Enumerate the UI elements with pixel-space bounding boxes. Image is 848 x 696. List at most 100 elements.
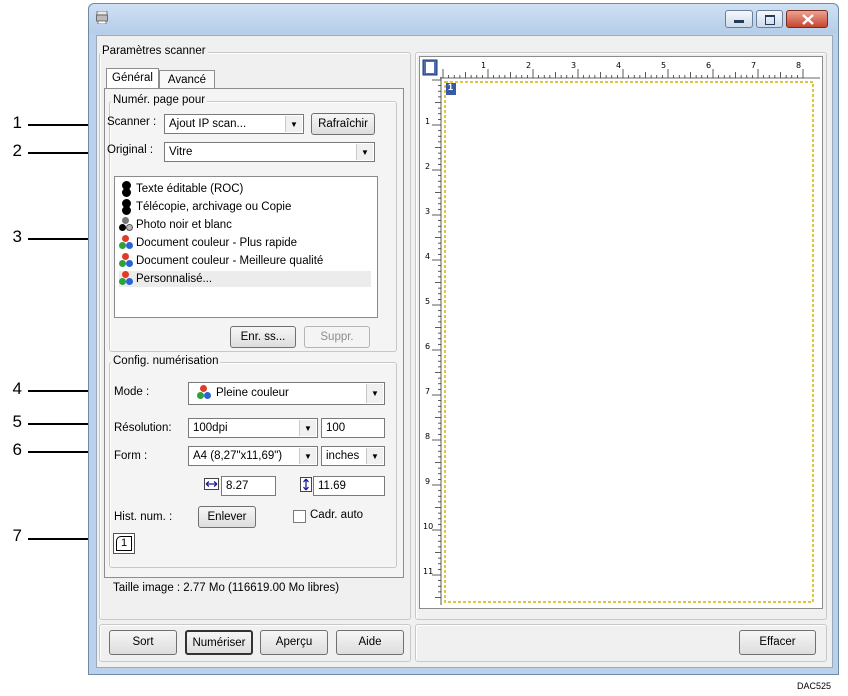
vertical-ruler: 1 2 3 4 5 6 7 8 9 10 11	[423, 77, 442, 605]
ruler-label: 2	[526, 61, 531, 70]
height-input[interactable]: 11.69	[313, 476, 385, 496]
callout-4: 4	[12, 379, 22, 398]
ruler-label: 7	[751, 61, 756, 70]
paper-size-select[interactable]: A4 (8,27"x11,69") ▼	[188, 446, 318, 466]
minimize-icon	[734, 20, 744, 23]
callout-7: 7	[12, 526, 22, 545]
scanner-window: Paramètres scanner Général Avancé Numér.…	[88, 3, 839, 675]
form-label: Form :	[114, 450, 148, 462]
ruler-label: 6	[706, 61, 711, 70]
resolution-input[interactable]: 100	[321, 418, 385, 438]
help-button[interactable]: Aide	[336, 630, 404, 655]
scan-preset-list[interactable]: Texte éditable (ROC) Télécopie, archivag…	[114, 176, 378, 318]
preview-button[interactable]: Aperçu	[260, 630, 328, 655]
sort-button[interactable]: Sort	[109, 630, 177, 655]
callout-line	[28, 451, 96, 453]
preview-canvas: 1 2 3 4 5 6 7 8 1 2 3 4 5 6 7 8 9 10 11	[422, 59, 820, 605]
resolution-value: 100dpi	[193, 422, 228, 434]
close-button[interactable]	[786, 10, 828, 28]
callout-2: 2	[12, 141, 22, 160]
ruler-label: 10	[423, 522, 433, 531]
minimize-button[interactable]	[725, 10, 753, 28]
ruler-label: 5	[425, 297, 430, 306]
figure-code: DAC525	[797, 681, 832, 691]
chevron-down-icon: ▼	[285, 116, 302, 132]
maximize-button[interactable]	[756, 10, 783, 28]
resolution-label: Résolution:	[114, 422, 172, 434]
crop-frame[interactable]	[444, 81, 814, 603]
unit-select[interactable]: inches ▼	[321, 446, 385, 466]
mode-select[interactable]: Pleine couleur ▼	[188, 382, 385, 405]
chevron-down-icon: ▼	[299, 420, 316, 436]
height-icon	[300, 477, 312, 492]
original-value: Vitre	[169, 146, 193, 158]
ruler-label: 5	[661, 61, 666, 70]
callout-line	[28, 152, 96, 154]
list-item-label: Télécopie, archivage ou Copie	[136, 201, 292, 213]
chevron-down-icon: ▼	[366, 384, 383, 403]
refresh-button[interactable]: Rafraîchir	[311, 113, 375, 135]
page-number: 1	[116, 536, 132, 551]
app-icon	[96, 11, 108, 24]
color-document-icon	[119, 270, 133, 285]
ruler-label: 9	[425, 477, 430, 486]
paper-size-value: A4 (8,27"x11,69")	[193, 450, 283, 462]
list-item[interactable]: Personnalisé...	[119, 270, 371, 287]
list-item-label: Texte éditable (ROC)	[136, 183, 244, 195]
callout-5: 5	[12, 412, 22, 431]
ruler-label: 2	[425, 162, 430, 171]
list-item[interactable]: Photo noir et blanc	[119, 216, 232, 233]
remove-button[interactable]: Enlever	[198, 506, 256, 528]
scanner-label: Scanner :	[107, 116, 157, 128]
callout-1: 1	[12, 113, 22, 132]
auto-frame-checkbox[interactable]	[293, 510, 306, 523]
list-item[interactable]: Télécopie, archivage ou Copie	[119, 198, 292, 215]
color-document-icon	[119, 234, 133, 249]
delete-preset-button[interactable]: Suppr.	[304, 326, 370, 348]
mode-value: Pleine couleur	[216, 387, 289, 399]
scan-config-title: Config. numérisation	[111, 355, 221, 367]
original-select[interactable]: Vitre ▼	[164, 142, 375, 162]
horizontal-ruler: 1 2 3 4 5 6 7 8	[440, 61, 820, 79]
image-size-text: Taille image : 2.77 Mo (116619.00 Mo lib…	[113, 582, 340, 594]
ruler-label: 11	[423, 567, 433, 576]
scanner-value: Ajout IP scan...	[169, 118, 247, 130]
resolution-select[interactable]: 100dpi ▼	[188, 418, 318, 438]
callout-6: 6	[12, 440, 22, 459]
tab-advanced[interactable]: Avancé	[159, 70, 215, 89]
tab-general[interactable]: Général	[106, 68, 159, 89]
ruler-label: 3	[571, 61, 576, 70]
chevron-down-icon: ▼	[299, 448, 316, 464]
ruler-label: 4	[425, 252, 430, 261]
save-preset-button[interactable]: Enr. ss...	[230, 326, 296, 348]
ruler-label: 8	[796, 61, 801, 70]
ruler-label: 7	[425, 387, 430, 396]
scan-button[interactable]: Numériser	[185, 630, 253, 655]
callout-line	[28, 390, 96, 392]
scan-history-thumbnail[interactable]: 1	[113, 533, 135, 554]
list-item-label: Document couleur - Meilleure qualité	[136, 255, 324, 267]
list-item[interactable]: Document couleur - Meilleure qualité	[119, 252, 324, 269]
title-bar	[89, 4, 838, 34]
callout-3: 3	[12, 227, 22, 246]
scanner-select[interactable]: Ajout IP scan... ▼	[164, 114, 304, 134]
list-item-label: Photo noir et blanc	[136, 219, 232, 231]
scan-for-title: Numér. page pour	[111, 94, 208, 106]
grayscale-photo-icon	[119, 216, 133, 231]
ruler-label: 4	[616, 61, 621, 70]
mode-label: Mode :	[114, 386, 150, 398]
list-item[interactable]: Document couleur - Plus rapide	[119, 234, 298, 251]
list-item-label: Document couleur - Plus rapide	[136, 237, 298, 249]
color-mode-icon	[197, 384, 211, 399]
unit-value: inches	[326, 450, 360, 462]
callout-line	[28, 238, 96, 240]
bw-document-icon	[119, 198, 133, 215]
ruler-label: 3	[425, 207, 430, 216]
width-input[interactable]: 8.27	[221, 476, 276, 496]
preview-area[interactable]: 1 2 3 4 5 6 7 8 1 2 3 4 5 6 7 8 9 10 11 1	[419, 56, 823, 609]
ruler-unit-icon-inner	[426, 62, 434, 73]
list-item[interactable]: Texte éditable (ROC)	[119, 180, 244, 197]
clear-button[interactable]: Effacer	[739, 630, 816, 655]
close-icon	[802, 14, 814, 25]
ruler-label: 6	[425, 342, 430, 351]
